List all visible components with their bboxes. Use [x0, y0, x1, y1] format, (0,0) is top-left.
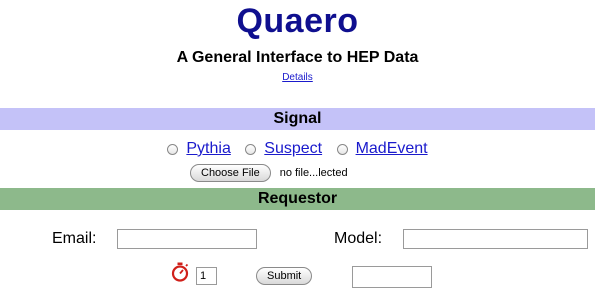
- radio-button-icon[interactable]: [167, 143, 179, 155]
- details-link[interactable]: Details: [282, 72, 313, 83]
- count-field[interactable]: [196, 267, 217, 285]
- email-label: Email:: [52, 230, 97, 247]
- radio-label-pythia[interactable]: Pythia: [186, 140, 230, 158]
- model-label: Model:: [334, 230, 383, 247]
- page-title: Quaero: [236, 2, 359, 40]
- radio-button-icon[interactable]: [245, 143, 257, 155]
- stopwatch-icon: [171, 262, 189, 282]
- requestor-header: Requestor: [0, 188, 595, 210]
- radio-button-icon[interactable]: [336, 143, 348, 155]
- status-field[interactable]: [352, 266, 432, 288]
- email-field[interactable]: [117, 229, 257, 249]
- radio-option-pythia[interactable]: Pythia: [167, 140, 231, 158]
- submit-button[interactable]: Submit: [256, 267, 313, 285]
- choose-file-button[interactable]: Choose File: [190, 164, 271, 182]
- radio-label-suspect[interactable]: Suspect: [264, 140, 322, 158]
- signal-radio-group: Pythia Suspect MadEvent: [0, 140, 595, 160]
- details-row: Details: [0, 72, 595, 83]
- radio-option-madevent[interactable]: MadEvent: [336, 140, 428, 158]
- file-status-text: no file...lected: [279, 167, 348, 179]
- file-chooser-row: Choose File no file...lected: [190, 163, 348, 183]
- radio-label-madevent[interactable]: MadEvent: [356, 140, 428, 158]
- signal-header: Signal: [0, 108, 595, 130]
- radio-option-suspect[interactable]: Suspect: [245, 140, 322, 158]
- page-subtitle: A General Interface to HEP Data: [176, 49, 419, 66]
- model-field[interactable]: [403, 229, 588, 249]
